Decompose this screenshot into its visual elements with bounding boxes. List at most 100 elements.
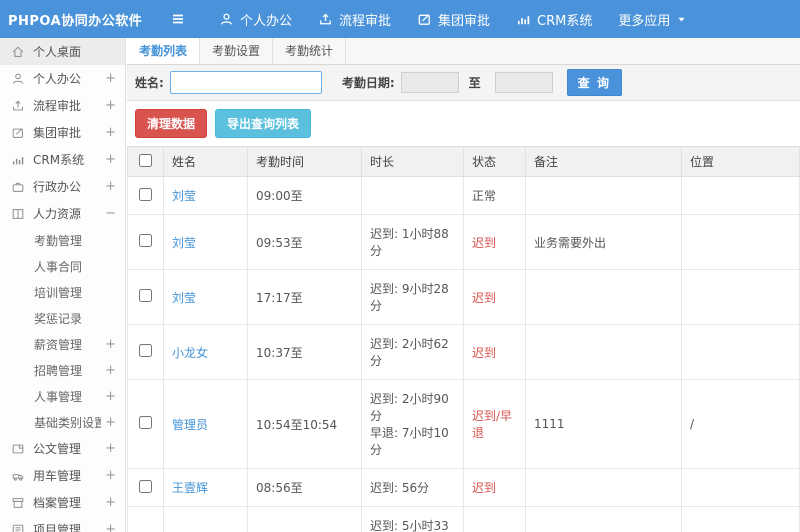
- sidebar-subitem[interactable]: 薪资管理 +: [0, 331, 125, 357]
- row-checkbox[interactable]: [139, 479, 152, 493]
- archive-icon: [11, 496, 25, 510]
- expand-plus-icon[interactable]: +: [101, 337, 116, 352]
- date-range-separator: 至: [468, 76, 481, 90]
- row-status: 迟到/早退: [463, 506, 526, 532]
- sidebar-item-label: 培训管理: [34, 285, 83, 300]
- nav-workflow-approval[interactable]: 流程审批: [305, 0, 404, 38]
- employee-name-link[interactable]: 刘莹: [172, 291, 196, 305]
- row-duration: 迟到: 56分: [361, 468, 464, 507]
- sidebar-item[interactable]: 项目管理 +: [0, 516, 125, 532]
- sidebar-subitem[interactable]: 基础类别设置 +: [0, 409, 125, 435]
- row-note: 业务需要外出: [525, 214, 682, 270]
- nav-group-approval[interactable]: 集团审批: [404, 0, 503, 38]
- column-header-name: 姓名: [163, 146, 248, 177]
- sidebar-item[interactable]: 集团审批 +: [0, 119, 125, 146]
- expand-plus-icon[interactable]: +: [101, 179, 116, 194]
- date-from-input[interactable]: [400, 72, 459, 93]
- attendance-table-body: 刘莹 09:00至 正常 刘莹 09:53至 迟到: 1小时88分 迟到 业务需…: [127, 176, 800, 532]
- row-time: 10:54至10:54: [247, 379, 362, 469]
- sidebar-subitem[interactable]: 考勤管理: [0, 227, 125, 253]
- row-duration: 迟到: 1小时88分: [361, 214, 464, 270]
- sidebar-item-label: 招聘管理: [34, 363, 83, 378]
- row-duration: 迟到: 2小时90分 早退: 7小时10分: [361, 379, 464, 469]
- sidebar-subitem[interactable]: 培训管理: [0, 279, 125, 305]
- expand-plus-icon[interactable]: +: [101, 152, 116, 167]
- expand-plus-icon[interactable]: +: [101, 441, 116, 456]
- sidebar-item[interactable]: 档案管理 +: [0, 489, 125, 516]
- expand-plus-icon[interactable]: +: [101, 71, 116, 86]
- row-location: /: [681, 379, 800, 469]
- employee-name-link[interactable]: 王壹辉: [172, 481, 208, 495]
- row-checkbox[interactable]: [139, 416, 152, 429]
- row-note: 1111: [525, 379, 682, 469]
- row-time: 09:00至: [247, 176, 362, 215]
- filter-bar: 姓名: 考勤日期: 至 查 询: [127, 65, 800, 101]
- row-duration: 迟到: 2小时62分: [361, 324, 464, 380]
- attendance-date-label: 考勤日期:: [341, 76, 395, 90]
- row-location: [681, 214, 800, 270]
- sidebar-item-label: 人事管理: [34, 389, 83, 404]
- nav-crm-system[interactable]: CRM系统: [503, 0, 605, 38]
- expand-plus-icon[interactable]: +: [101, 468, 116, 483]
- expand-plus-icon[interactable]: +: [101, 98, 116, 113]
- employee-name-link[interactable]: 管理员: [172, 418, 208, 432]
- row-status: 迟到: [463, 214, 526, 270]
- expand-plus-icon[interactable]: +: [101, 495, 116, 510]
- employee-name-link[interactable]: 刘莹: [172, 189, 196, 203]
- table-row: 小龙女 10:37至 迟到: 2小时62分 迟到: [127, 324, 800, 380]
- tab-attendance-settings[interactable]: 考勤设置: [200, 38, 274, 64]
- tab-bar: 考勤列表 考勤设置 考勤统计: [127, 38, 800, 65]
- sidebar-item[interactable]: 人力资源 −: [0, 200, 125, 227]
- date-to-input[interactable]: [494, 72, 553, 93]
- expand-plus-icon[interactable]: +: [101, 389, 116, 404]
- tab-attendance-statistics[interactable]: 考勤统计: [273, 38, 347, 64]
- sidebar-subitem[interactable]: 人事合同: [0, 253, 125, 279]
- row-checkbox[interactable]: [139, 289, 152, 302]
- row-duration: 迟到: 5小时33分早退: 4小时67分: [361, 506, 464, 532]
- row-time: 09:53至: [247, 214, 362, 270]
- sidebar-item[interactable]: 行政办公 +: [0, 173, 125, 200]
- row-status: 迟到: [463, 324, 526, 380]
- row-checkbox[interactable]: [139, 187, 152, 201]
- expand-plus-icon[interactable]: +: [101, 363, 116, 378]
- sidebar-subitem[interactable]: 招聘管理 +: [0, 357, 125, 383]
- sidebar-subitem[interactable]: 人事管理 +: [0, 383, 125, 409]
- sidebar-item-label: 项目管理: [33, 523, 82, 532]
- select-all-checkbox[interactable]: [139, 153, 152, 167]
- user-icon: [11, 72, 25, 86]
- employee-name-link[interactable]: 小龙女: [172, 346, 208, 360]
- sidebar-item-label: 集团审批: [33, 126, 82, 140]
- sidebar-item[interactable]: 流程审批 +: [0, 92, 125, 119]
- project-list-icon: [11, 523, 25, 532]
- tab-attendance-list[interactable]: 考勤列表: [127, 38, 201, 64]
- sidebar-item[interactable]: CRM系统 +: [0, 146, 125, 173]
- row-checkbox[interactable]: [139, 344, 152, 357]
- table-row: 刘莹 09:00至 正常: [127, 176, 800, 215]
- sidebar-item[interactable]: 个人桌面: [0, 38, 125, 65]
- sidebar-item[interactable]: 个人办公 +: [0, 65, 125, 92]
- expand-plus-icon[interactable]: +: [101, 522, 116, 532]
- expand-plus-icon[interactable]: +: [101, 125, 116, 140]
- sidebar-item-label: 人事合同: [34, 259, 83, 274]
- name-input[interactable]: [169, 71, 322, 94]
- expand-plus-icon[interactable]: +: [101, 415, 116, 430]
- clean-data-button[interactable]: 清理数据: [135, 109, 208, 138]
- export-list-button[interactable]: 导出查询列表: [215, 109, 312, 138]
- search-button[interactable]: 查 询: [566, 69, 622, 96]
- table-actions: 清理数据 导出查询列表: [127, 101, 800, 146]
- sidebar-item-label: 人力资源: [33, 207, 82, 221]
- hr-book-icon: [11, 207, 25, 221]
- row-note: [525, 468, 682, 507]
- nav-more-apps[interactable]: 更多应用: [605, 0, 700, 38]
- sidebar-item[interactable]: 用车管理 +: [0, 462, 125, 489]
- sidebar-item[interactable]: 公文管理 +: [0, 435, 125, 462]
- employee-name-link[interactable]: 刘莹: [172, 236, 196, 250]
- nav-personal-office[interactable]: 个人办公: [206, 0, 305, 38]
- sidebar-item-label: 档案管理: [33, 496, 82, 510]
- sidebar-subitem[interactable]: 奖惩记录: [0, 305, 125, 331]
- row-checkbox[interactable]: [139, 234, 152, 247]
- table-header-row: 姓名 考勤时间 时长 状态 备注 位置: [127, 146, 800, 177]
- menu-toggle-icon[interactable]: [170, 11, 186, 27]
- edit-approval-icon: [11, 126, 25, 140]
- collapse-minus-icon[interactable]: −: [101, 206, 116, 221]
